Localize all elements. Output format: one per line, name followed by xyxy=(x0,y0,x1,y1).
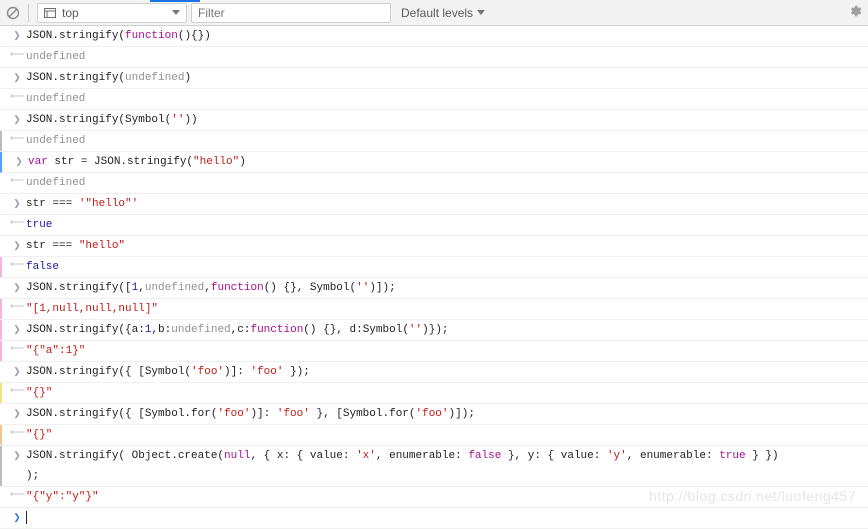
code-content[interactable]: undefined xyxy=(24,173,864,193)
output-arrow-icon: ⟵ xyxy=(10,341,24,361)
chevron-down-icon xyxy=(172,10,180,15)
console-output-row: ⟵undefined xyxy=(0,173,868,194)
code-content[interactable]: JSON.stringify({ [Symbol.for('foo')]: 'f… xyxy=(24,404,864,424)
input-arrow-icon: ❯ xyxy=(10,362,24,382)
context-label: top xyxy=(62,6,79,20)
console-input-row: ❯JSON.stringify( Object.create(null, { x… xyxy=(0,446,868,487)
input-arrow-icon: ❯ xyxy=(12,152,26,172)
console-output-row: ⟵undefined xyxy=(0,131,868,152)
output-arrow-icon: ⟵ xyxy=(10,131,24,151)
code-content[interactable]: JSON.stringify({ [Symbol('foo')]: 'foo' … xyxy=(24,362,864,382)
console-input-row: ❯JSON.stringify({a:1,b:undefined,c:funct… xyxy=(0,320,868,341)
active-tab-accent xyxy=(150,0,200,2)
input-arrow-icon: ❯ xyxy=(10,194,24,214)
output-arrow-icon: ⟵ xyxy=(10,47,24,67)
output-arrow-icon: ⟵ xyxy=(10,257,24,277)
console-output-row: ⟵true xyxy=(0,215,868,236)
log-levels-label: Default levels xyxy=(401,6,473,20)
filter-field-wrapper xyxy=(191,3,391,23)
code-content[interactable]: "{"a":1}" xyxy=(24,341,864,361)
toolbar-separator xyxy=(28,4,29,22)
code-content[interactable]: true xyxy=(24,215,864,235)
console-toolbar: top Default levels xyxy=(0,0,868,26)
chevron-down-icon xyxy=(477,10,485,15)
console-input-row: ❯JSON.stringify(undefined) xyxy=(0,68,868,89)
code-content[interactable]: JSON.stringify(function(){}) xyxy=(24,26,864,46)
code-content[interactable]: JSON.stringify( Object.create(null, { x:… xyxy=(24,446,864,486)
console-input-row: ❯JSON.stringify(Symbol('')) xyxy=(0,110,868,131)
code-content[interactable]: JSON.stringify([1,undefined,function() {… xyxy=(24,278,864,298)
console-log-area: ❯JSON.stringify(function(){})⟵undefined❯… xyxy=(0,26,868,529)
console-input-row: ❯JSON.stringify({ [Symbol('foo')]: 'foo'… xyxy=(0,362,868,383)
input-arrow-icon: ❯ xyxy=(10,110,24,130)
console-output-row: ⟵"{}" xyxy=(0,425,868,446)
code-content[interactable]: "[1,null,null,null]" xyxy=(24,299,864,319)
log-levels-selector[interactable]: Default levels xyxy=(401,6,485,20)
code-content[interactable]: "{"y":"y"}" xyxy=(24,487,864,507)
input-arrow-icon: ❯ xyxy=(10,278,24,298)
console-input-row: ❯str === '"hello"' xyxy=(0,194,868,215)
filter-input[interactable] xyxy=(191,3,391,23)
code-content[interactable]: JSON.stringify({a:1,b:undefined,c:functi… xyxy=(24,320,864,340)
input-arrow-icon: ❯ xyxy=(10,508,24,528)
console-output-row: ⟵undefined xyxy=(0,47,868,68)
code-content[interactable]: str === "hello" xyxy=(24,236,864,256)
input-arrow-icon: ❯ xyxy=(10,404,24,424)
code-content[interactable]: var str = JSON.stringify("hello") xyxy=(26,152,864,172)
clear-console-icon[interactable] xyxy=(6,6,20,20)
console-input-row: ❯JSON.stringify(function(){}) xyxy=(0,26,868,47)
output-arrow-icon: ⟵ xyxy=(10,425,24,445)
code-content[interactable]: undefined xyxy=(24,89,864,109)
output-arrow-icon: ⟵ xyxy=(10,89,24,109)
frame-icon xyxy=(44,8,56,18)
output-arrow-icon: ⟵ xyxy=(10,299,24,319)
code-content[interactable]: undefined xyxy=(24,131,864,151)
output-arrow-icon: ⟵ xyxy=(10,173,24,193)
input-arrow-icon: ❯ xyxy=(10,26,24,46)
code-content[interactable]: undefined xyxy=(24,47,864,67)
input-arrow-icon: ❯ xyxy=(10,236,24,256)
console-input-row: ❯str === "hello" xyxy=(0,236,868,257)
input-arrow-icon: ❯ xyxy=(10,320,24,340)
code-content[interactable]: "{}" xyxy=(24,425,864,445)
output-arrow-icon: ⟵ xyxy=(10,383,24,403)
context-selector[interactable]: top xyxy=(37,3,187,23)
gear-icon[interactable] xyxy=(848,4,862,21)
code-content[interactable]: str === '"hello"' xyxy=(24,194,864,214)
console-input[interactable] xyxy=(24,508,864,528)
code-content[interactable]: "{}" xyxy=(24,383,864,403)
output-arrow-icon: ⟵ xyxy=(10,487,24,507)
console-output-row: ⟵false xyxy=(0,257,868,278)
console-output-row: ⟵"{}" xyxy=(0,383,868,404)
input-arrow-icon: ❯ xyxy=(10,446,24,466)
console-input-row: ❯JSON.stringify([1,undefined,function() … xyxy=(0,278,868,299)
output-arrow-icon: ⟵ xyxy=(10,215,24,235)
console-input-row: ❯JSON.stringify({ [Symbol.for('foo')]: '… xyxy=(0,404,868,425)
input-arrow-icon: ❯ xyxy=(10,68,24,88)
console-output-row: ⟵undefined xyxy=(0,89,868,110)
console-output-row: ⟵"[1,null,null,null]" xyxy=(0,299,868,320)
code-content[interactable]: JSON.stringify(undefined) xyxy=(24,68,864,88)
code-content[interactable]: JSON.stringify(Symbol('')) xyxy=(24,110,864,130)
console-prompt-row[interactable]: ❯ xyxy=(0,508,868,529)
console-output-row: ⟵"{"y":"y"}" xyxy=(0,487,868,508)
console-input-row: ❯var str = JSON.stringify("hello") xyxy=(0,152,868,173)
code-content[interactable]: false xyxy=(24,257,864,277)
console-output-row: ⟵"{"a":1}" xyxy=(0,341,868,362)
